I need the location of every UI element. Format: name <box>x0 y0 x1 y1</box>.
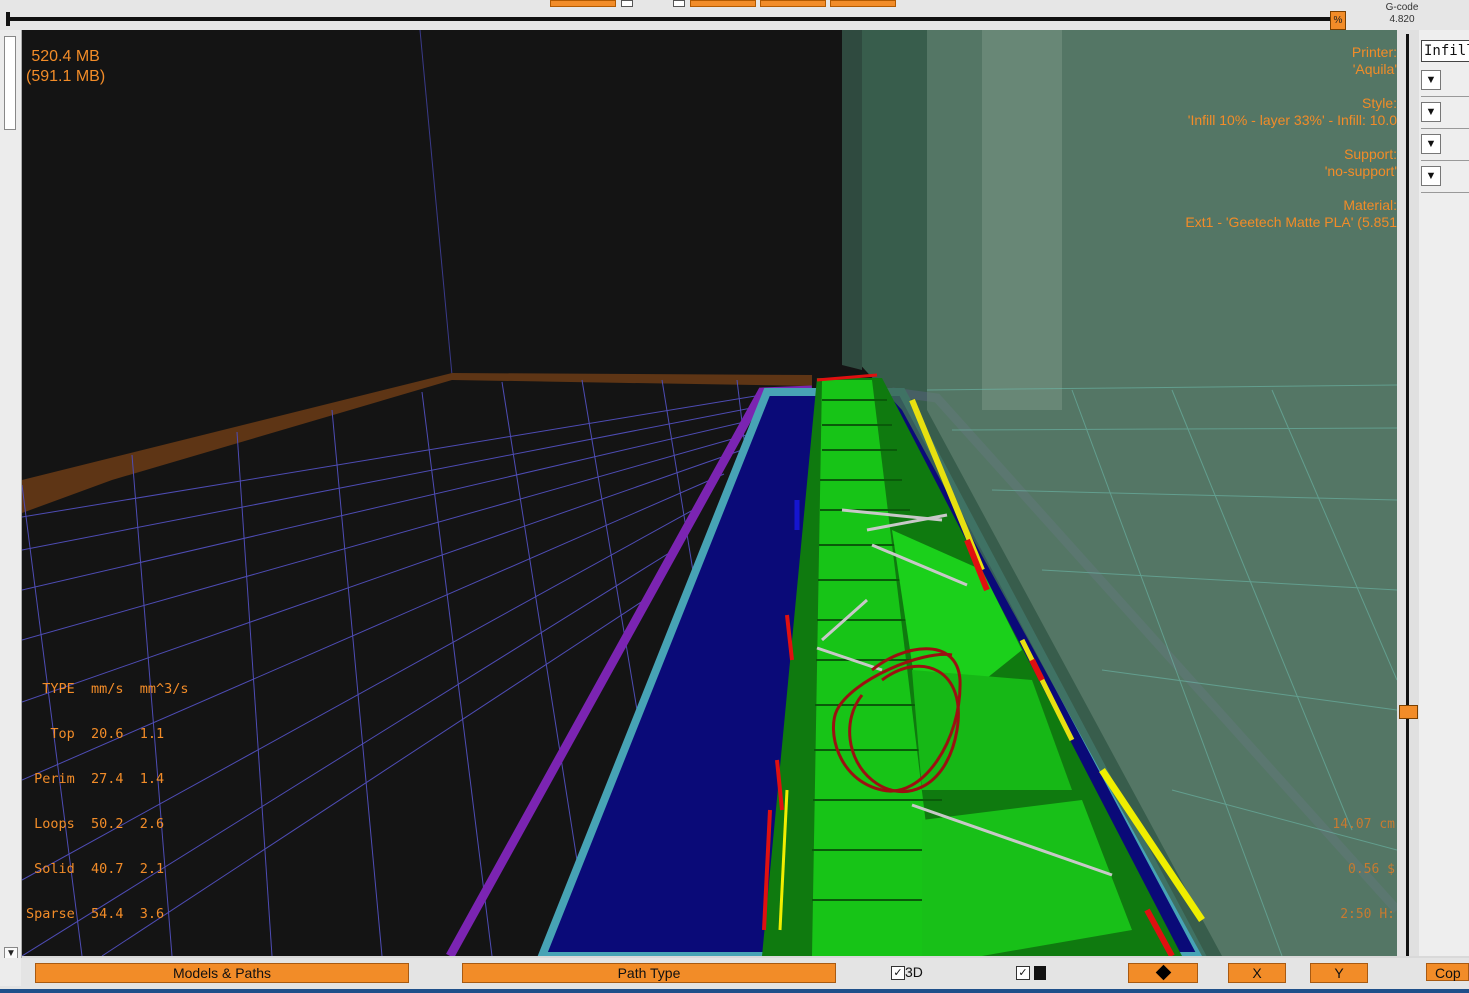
3d-viewport[interactable]: 520.4 MB (591.1 MB) Printer: 'Aquila' St… <box>22 30 1397 956</box>
memory-used: 520.4 MB <box>31 48 100 65</box>
memory-total: (591.1 MB) <box>26 68 106 85</box>
3d-checkbox-label: 3D <box>905 964 923 980</box>
models-paths-button[interactable]: Models & Paths <box>35 963 409 983</box>
speed-row-solid: Solid 40.7 2.1 <box>26 861 165 877</box>
support-value: 'no-support' <box>1324 163 1397 179</box>
top-toolbar: % G-code 4.820 <box>0 0 1469 30</box>
view-x-button[interactable]: X <box>1228 963 1286 983</box>
filter-input[interactable]: Infill <box>1421 40 1469 62</box>
fill-checkbox[interactable]: ✓ <box>1016 964 1046 981</box>
printer-value: 'Aquila' <box>1352 61 1397 77</box>
fill-checkbox-box[interactable]: ✓ <box>1016 966 1030 981</box>
right-panel: Infill ▼ ▼ ▼ ▼ <box>1419 30 1469 956</box>
dropdown-3-arrow-icon[interactable]: ▼ <box>1421 134 1441 154</box>
stat-length: 14.07 cm <box>1332 817 1395 832</box>
dropdown-3[interactable]: ▼ <box>1421 134 1469 161</box>
dropdown-2[interactable]: ▼ <box>1421 102 1469 129</box>
layer-slider-track[interactable] <box>10 17 1338 21</box>
view-y-button[interactable]: Y <box>1310 963 1368 983</box>
speed-table: TYPE mm/s mm^3/s Top 20.6 1.1 Perim 27.4… <box>26 652 189 952</box>
copy-button[interactable]: Cop <box>1426 963 1469 981</box>
dropdown-2-arrow-icon[interactable]: ▼ <box>1421 102 1441 122</box>
material-label: Material: <box>1343 197 1397 213</box>
speed-table-header: TYPE mm/s mm^3/s <box>26 681 189 697</box>
layer-slider-handle[interactable]: % <box>1330 11 1346 30</box>
path-type-button[interactable]: Path Type <box>462 963 836 983</box>
toolbar-button-4[interactable] <box>830 0 896 7</box>
bed-wall-edge <box>419 30 453 376</box>
vertical-slider-handle[interactable] <box>1399 705 1418 719</box>
gcode-label: G-code <box>1385 2 1419 13</box>
style-value: 'Infill 10% - layer 33%' - Infill: 10.0 <box>1187 112 1397 128</box>
3d-checkbox[interactable]: ✓ 3D <box>891 964 923 981</box>
material-value: Ext1 - 'Geetech Matte PLA' (5.851 <box>1185 214 1397 230</box>
vertical-layer-slider[interactable] <box>1397 30 1419 956</box>
bed-back-strip <box>22 373 812 513</box>
support-label: Support: <box>1344 146 1397 162</box>
diamond-icon <box>1155 964 1171 981</box>
stat-time: 2:50 H: <box>1340 907 1395 922</box>
bottom-border <box>0 989 1469 993</box>
dropdown-4-arrow-icon[interactable]: ▼ <box>1421 166 1441 186</box>
toolbar-checkbox-1[interactable] <box>621 0 633 7</box>
model-wall-highlight <box>982 30 1062 410</box>
toolbar-checkbox-2[interactable] <box>673 0 685 7</box>
3d-checkbox-box[interactable]: ✓ <box>891 966 905 981</box>
style-label: Style: <box>1361 95 1397 111</box>
gcode-value: 4.820 <box>1389 14 1415 25</box>
toolbar-button-1[interactable] <box>550 0 616 7</box>
dropdown-4[interactable]: ▼ <box>1421 166 1469 193</box>
print-stats: 14.07 cm 0.56 $ 2:50 H: <box>1332 787 1395 952</box>
toolbar-button-2[interactable] <box>690 0 756 7</box>
printer-label: Printer: <box>1351 44 1397 60</box>
speed-row-loops: Loops 50.2 2.6 <box>26 816 165 832</box>
stat-cost: 0.56 $ <box>1348 862 1395 877</box>
left-scrollbar[interactable]: ▼ <box>0 30 22 965</box>
vertical-slider-track[interactable] <box>1406 34 1409 956</box>
memory-readout: 520.4 MB (591.1 MB) <box>26 47 105 87</box>
print-info-panel: Printer: 'Aquila' Style: 'Infill 10% - l… <box>1097 44 1397 248</box>
toolbar-button-3[interactable] <box>760 0 826 7</box>
speed-row-top: Top 20.6 1.1 <box>26 726 165 742</box>
gcode-readout: G-code 4.820 <box>1372 2 1432 26</box>
scrollbar-thumb[interactable] <box>4 36 16 130</box>
speed-row-sparse: Sparse 54.4 3.6 <box>26 906 165 922</box>
dropdown-1-arrow-icon[interactable]: ▼ <box>1421 70 1441 90</box>
solid-block-icon <box>1033 966 1046 981</box>
model-wall-edge <box>842 30 862 370</box>
bottom-toolbar: Models & Paths Path Type ✓ 3D ✓ X Y Cop <box>0 958 1469 993</box>
speed-row-perim: Perim 27.4 1.4 <box>26 771 165 787</box>
dropdown-1[interactable]: ▼ <box>1421 70 1469 97</box>
bottom-left-corner <box>0 958 21 986</box>
view-iso-button[interactable] <box>1128 963 1198 983</box>
